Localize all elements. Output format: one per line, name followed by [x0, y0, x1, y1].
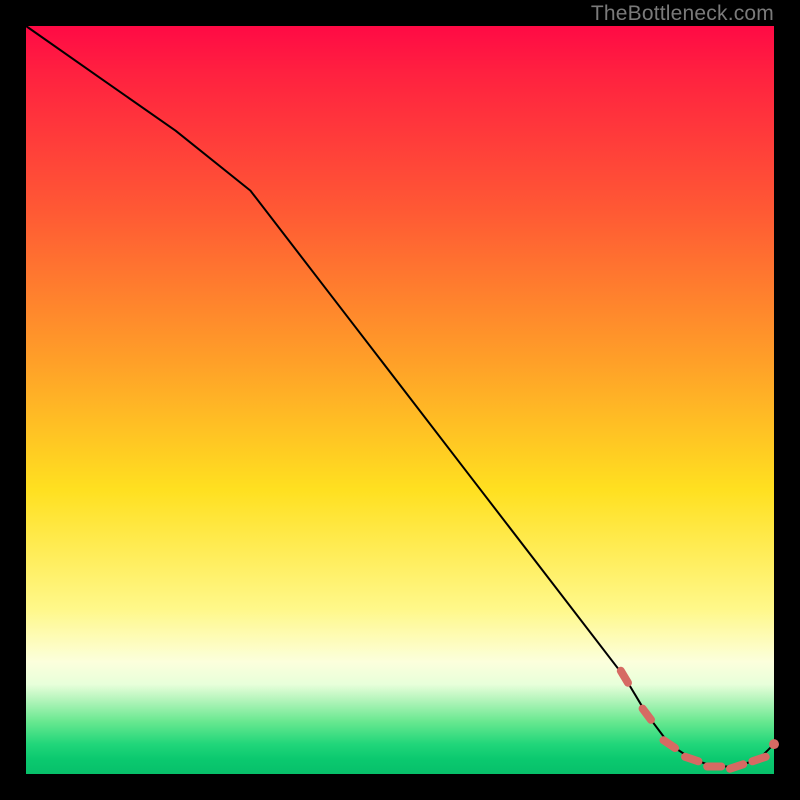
- highlight-dash: [685, 757, 698, 762]
- highlight-dash: [664, 740, 676, 748]
- watermark-text: TheBottleneck.com: [591, 2, 774, 26]
- end-point-group: [769, 739, 779, 749]
- highlight-dash: [621, 671, 628, 683]
- bottleneck-curve-line: [26, 26, 774, 767]
- highlight-dash: [730, 764, 743, 768]
- highlight-dash: [752, 757, 765, 762]
- highlight-dash-group: [621, 671, 766, 769]
- highlight-dash: [643, 709, 651, 720]
- chart-frame: TheBottleneck.com: [0, 0, 800, 800]
- chart-overlay: [26, 26, 774, 774]
- end-point-marker: [769, 739, 779, 749]
